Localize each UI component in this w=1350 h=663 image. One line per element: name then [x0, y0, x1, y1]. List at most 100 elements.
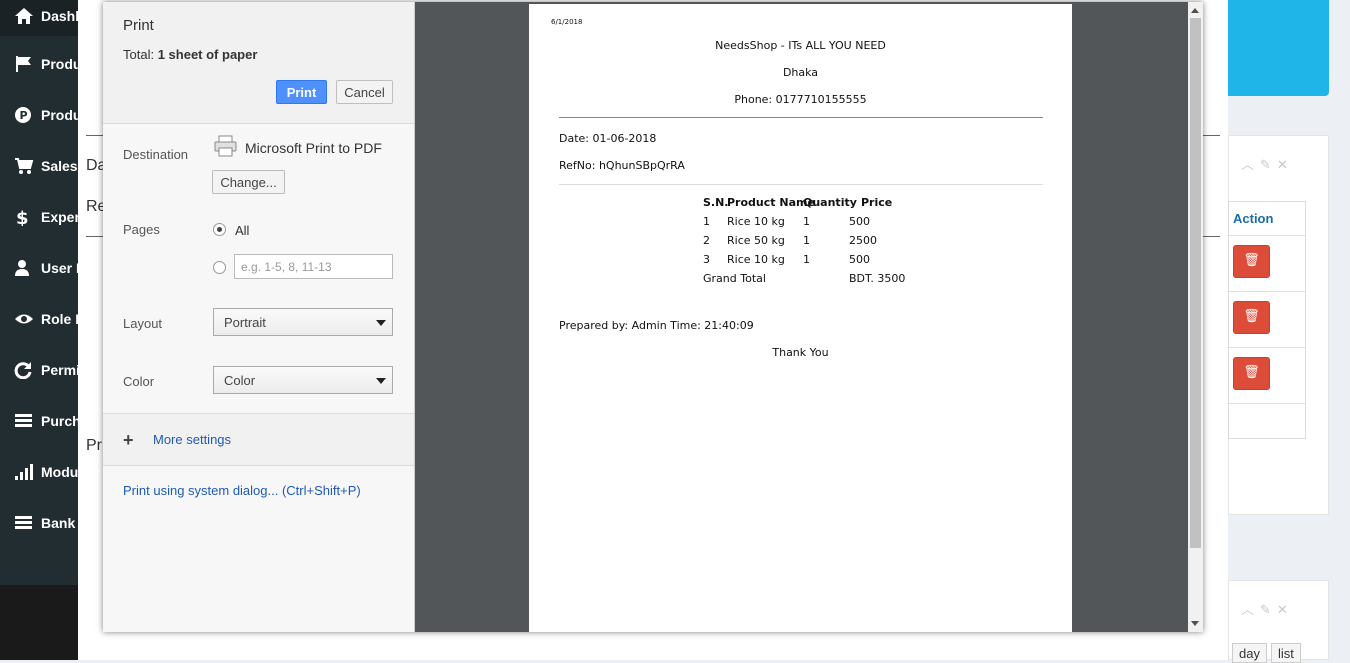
row-qty: 1 — [803, 253, 810, 266]
divider — [103, 465, 414, 466]
table-row: 🗑 — [1228, 236, 1306, 292]
plus-icon: + — [123, 430, 134, 450]
more-settings-link[interactable]: More settings — [153, 432, 231, 447]
pages-custom-radio[interactable] — [213, 261, 226, 274]
column-header-sn: S.N. — [703, 196, 729, 209]
wrench-icon[interactable]: ✎ — [1260, 157, 1277, 172]
collapse-icon[interactable]: ︿ — [1241, 602, 1260, 617]
sidebar-item-label: Expen — [41, 209, 84, 225]
sidebar-item-label: Modul — [41, 464, 83, 480]
dialog-title: Print — [123, 17, 154, 34]
grand-total-label: Grand Total — [703, 272, 766, 285]
sidebar-item-label: Sales — [41, 158, 78, 174]
sidebar-item-label: Produ — [41, 56, 82, 72]
row-sn: 1 — [703, 215, 710, 228]
box-tools: ︿✎✕ — [1241, 154, 1294, 173]
preview-page: 6/1/2018 NeedsShop - ITs ALL YOU NEED Dh… — [529, 4, 1072, 632]
action-column-header: Action — [1228, 201, 1306, 236]
total-label: Total: — [123, 47, 155, 62]
thank-you: Thank You — [772, 346, 829, 359]
row-price: 2500 — [849, 234, 877, 247]
home-icon — [15, 8, 33, 24]
background-text: Pr — [86, 437, 102, 454]
chevron-down-icon — [376, 378, 386, 384]
close-icon[interactable]: ✕ — [1277, 602, 1294, 617]
eye-icon — [15, 314, 33, 324]
cancel-button[interactable]: Cancel — [336, 80, 393, 104]
scrollbar-thumb[interactable] — [1190, 18, 1201, 548]
list-icon — [15, 414, 32, 427]
table-row: 🗑 — [1228, 292, 1306, 348]
collapse-icon[interactable]: ︿ — [1241, 157, 1260, 172]
row-sn: 2 — [703, 234, 710, 247]
delete-button[interactable]: 🗑 — [1233, 245, 1270, 278]
row-sn: 3 — [703, 253, 710, 266]
svg-text:P: P — [20, 109, 28, 122]
close-icon[interactable]: ✕ — [1277, 157, 1294, 172]
refresh-icon — [14, 362, 32, 379]
sidebar-item-label: Produ — [41, 107, 82, 123]
chevron-down-icon — [376, 320, 386, 326]
print-date: 6/1/2018 — [551, 18, 583, 26]
signal-icon — [15, 464, 33, 480]
print-button[interactable]: Print — [276, 80, 327, 104]
pages-label: Pages — [123, 222, 160, 237]
scroll-up-icon[interactable] — [1191, 8, 1199, 13]
destination-name: Microsoft Print to PDF — [245, 140, 382, 156]
table-row: 🗑 — [1228, 348, 1306, 404]
row-price: 500 — [849, 253, 870, 266]
trash-icon: 🗑 — [1243, 364, 1260, 379]
receipt-date: Date: 01-06-2018 — [559, 132, 657, 145]
print-settings-panel: Print Total: 1 sheet of paper Print Canc… — [103, 2, 415, 632]
system-dialog-link[interactable]: Print using system dialog... (Ctrl+Shift… — [123, 483, 361, 498]
row-product: Rice 10 kg — [727, 215, 785, 228]
box-tools: ︿✎✕ — [1241, 599, 1294, 618]
receipt-divider — [559, 117, 1043, 118]
layout-label: Layout — [123, 316, 163, 331]
layout-select[interactable]: Portrait — [213, 308, 393, 336]
flag-icon — [16, 56, 31, 72]
color-label: Color — [123, 374, 155, 389]
destination-label: Destination — [123, 147, 189, 162]
list-icon — [15, 516, 32, 529]
color-value: Color — [224, 373, 256, 388]
info-box — [1228, 0, 1329, 96]
table-row — [1228, 404, 1306, 439]
scroll-down-icon[interactable] — [1191, 621, 1199, 626]
print-header: Print Total: 1 sheet of paper Print Canc… — [103, 2, 414, 124]
printer-icon — [214, 135, 237, 157]
cart-icon — [15, 158, 34, 174]
change-destination-button[interactable]: Change... — [212, 170, 285, 194]
delete-button[interactable]: 🗑 — [1233, 301, 1270, 334]
wrench-icon[interactable]: ✎ — [1260, 602, 1277, 617]
delete-button[interactable]: 🗑 — [1233, 357, 1270, 390]
svg-text:$: $ — [16, 208, 29, 226]
p-circle-icon: P — [15, 107, 31, 123]
row-qty: 1 — [803, 215, 810, 228]
more-settings-row[interactable]: + More settings — [103, 414, 414, 466]
pages-all-label: All — [235, 223, 250, 238]
calendar-list-button[interactable]: list — [1271, 643, 1301, 663]
row-qty: 1 — [803, 234, 810, 247]
pages-all-radio[interactable] — [213, 223, 226, 236]
sheet-total: Total: 1 sheet of paper — [123, 47, 257, 62]
receipt-divider — [559, 184, 1043, 185]
prepared-by: Prepared by: Admin Time: 21:40:09 — [559, 319, 754, 332]
trash-icon: 🗑 — [1243, 308, 1260, 323]
row-price: 500 — [849, 215, 870, 228]
shop-phone: Phone: 0177710155555 — [734, 93, 867, 106]
column-header-price: Price — [861, 196, 893, 209]
pages-range-input[interactable]: e.g. 1-5, 8, 11-13 — [234, 254, 393, 279]
receipt-ref: RefNo: hQhunSBpQrRA — [559, 159, 685, 172]
dollar-icon: $ — [16, 208, 29, 226]
trash-icon: 🗑 — [1243, 252, 1260, 267]
grand-total-value: BDT. 3500 — [849, 272, 906, 285]
calendar-day-button[interactable]: day — [1232, 643, 1267, 663]
color-select[interactable]: Color — [213, 366, 393, 394]
row-product: Rice 50 kg — [727, 234, 785, 247]
shop-name: NeedsShop - ITs ALL YOU NEED — [715, 39, 886, 52]
print-preview: 6/1/2018 NeedsShop - ITs ALL YOU NEED Dh… — [415, 2, 1203, 632]
preview-scrollbar[interactable] — [1188, 2, 1203, 632]
column-header-quantity: Quantity — [803, 196, 857, 209]
total-value: 1 sheet of paper — [157, 47, 258, 62]
